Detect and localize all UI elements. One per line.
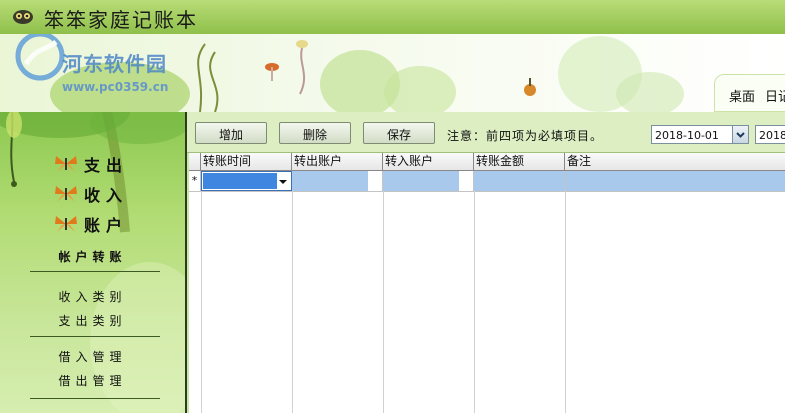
- cell-dropdown-stub[interactable]: [459, 171, 473, 191]
- sidebar-item-income-label: 收入: [84, 186, 129, 205]
- sidebar-item-borrow-in[interactable]: 借入管理: [0, 348, 185, 365]
- quick-nav-desktop[interactable]: 桌面: [729, 86, 755, 105]
- chevron-down-icon[interactable]: [276, 172, 290, 190]
- date-to-value: 2018-: [759, 129, 785, 142]
- date-from-dropdown[interactable]: [732, 126, 748, 143]
- chevron-down-icon: [736, 132, 745, 138]
- date-from-picker[interactable]: 2018-10-01: [651, 125, 749, 144]
- column-header-from-account[interactable]: 转出账户: [292, 153, 383, 170]
- column-header-transfer-time[interactable]: 转账时间: [201, 153, 292, 170]
- header-banner: 河东软件园 www.pc0359.cn: [0, 34, 785, 112]
- watermark-title: 河东软件园: [62, 52, 167, 76]
- sidebar-item-borrow-out[interactable]: 借出管理: [0, 372, 185, 389]
- main-panel: 增加 删除 保存 注意：前四项为必填项目。 2018-10-01 2018- 转…: [185, 112, 785, 413]
- date-to-picker[interactable]: 2018-: [755, 125, 785, 144]
- date-from-value: 2018-10-01: [655, 129, 719, 142]
- add-button[interactable]: 增加: [195, 122, 267, 144]
- cell-amount[interactable]: [474, 171, 565, 191]
- grid-column-line: [201, 191, 202, 413]
- cell-transfer-time[interactable]: [201, 171, 292, 191]
- watermark-logo-icon: [15, 34, 65, 81]
- toolbar: 增加 删除 保存 注意：前四项为必填项目。 2018-10-01 2018-: [187, 112, 785, 153]
- butterfly-icon: [55, 156, 77, 172]
- delete-button[interactable]: 删除: [279, 122, 351, 144]
- watermark-url: www.pc0359.cn: [62, 80, 169, 94]
- grid-header: 转账时间 转出账户 转入账户 转账金额 备注: [189, 153, 785, 171]
- sidebar-item-transfer[interactable]: 帐户转账: [0, 248, 185, 265]
- table-row-new[interactable]: *: [189, 171, 785, 192]
- sidebar: 支出 收入 账户 帐户转账 收入类别 支出类别 借入管理 借出管理: [0, 112, 185, 413]
- quick-nav-panel: 桌面 日记: [714, 74, 785, 112]
- butterfly-icon: [55, 216, 77, 232]
- sidebar-item-account-label: 账户: [84, 216, 129, 235]
- grid-column-line: [292, 191, 293, 413]
- sidebar-divider: [30, 336, 160, 337]
- cell-note[interactable]: [565, 171, 785, 191]
- grid-column-line: [565, 191, 566, 413]
- required-fields-notice: 注意：前四项为必填项目。: [447, 129, 604, 143]
- cell-dropdown-stub[interactable]: [368, 171, 382, 191]
- sidebar-divider: [30, 271, 160, 272]
- new-row-marker: *: [189, 171, 201, 191]
- column-header-amount[interactable]: 转账金额: [474, 153, 565, 170]
- column-header-note[interactable]: 备注: [565, 153, 785, 170]
- cell-from-account[interactable]: [292, 171, 383, 191]
- grid-column-line: [383, 191, 384, 413]
- butterfly-icon: [55, 186, 77, 202]
- save-button[interactable]: 保存: [363, 122, 435, 144]
- quick-nav-diary[interactable]: 日记: [765, 86, 785, 105]
- transfer-grid: 转账时间 转出账户 转入账户 转账金额 备注 *: [189, 153, 785, 413]
- app-logo-icon: [13, 10, 33, 24]
- title-bar: 笨笨家庭记账本: [0, 0, 785, 35]
- sidebar-item-account[interactable]: 账户: [54, 212, 128, 236]
- cell-transfer-time-value: [203, 173, 277, 189]
- sidebar-item-income[interactable]: 收入: [54, 182, 128, 206]
- sidebar-divider: [30, 398, 160, 399]
- cell-to-account[interactable]: [383, 171, 474, 191]
- grid-column-line: [474, 191, 475, 413]
- sidebar-item-expense[interactable]: 支出: [54, 152, 128, 176]
- sidebar-item-expense-category[interactable]: 支出类别: [0, 312, 185, 329]
- row-header-corner: [189, 153, 201, 170]
- app-title: 笨笨家庭记账本: [44, 8, 198, 32]
- sidebar-item-income-category[interactable]: 收入类别: [0, 288, 185, 305]
- sidebar-item-expense-label: 支出: [84, 156, 129, 175]
- column-header-to-account[interactable]: 转入账户: [383, 153, 474, 170]
